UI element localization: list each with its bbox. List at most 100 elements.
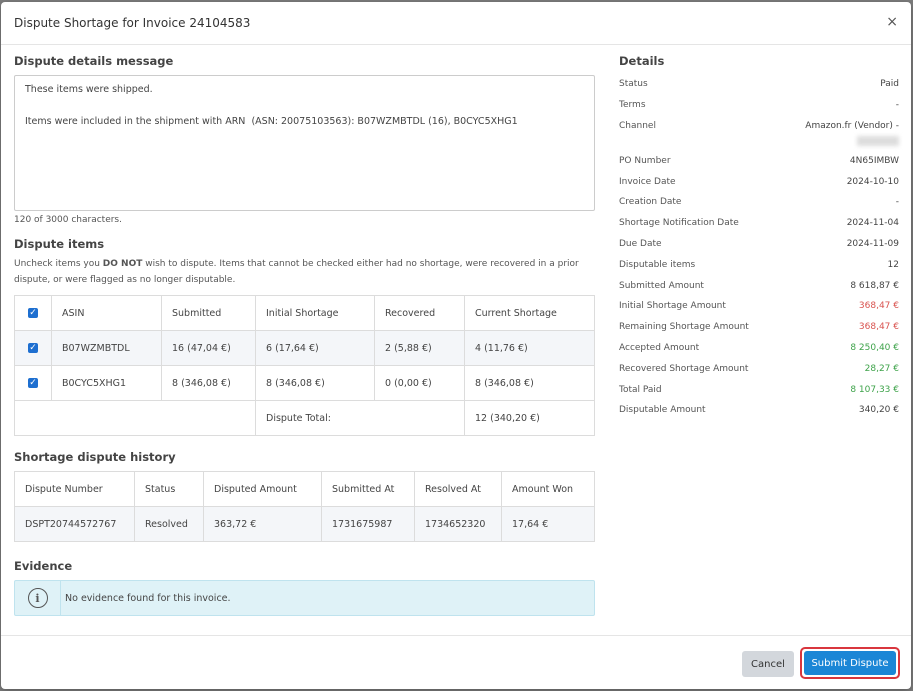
detail-value: 368,47 €: [858, 301, 899, 312]
column-header: Amount Won: [501, 471, 595, 507]
total-label: Dispute Total:: [255, 400, 465, 436]
recovered-cell: 0 (0,00 €): [374, 365, 465, 401]
detail-row: Initial Shortage Amount 368,47 €: [619, 296, 899, 317]
detail-row: PO Number 4N65IMBW: [619, 150, 899, 171]
detail-label: Accepted Amount: [619, 342, 700, 353]
evidence-info-box: i No evidence found for this invoice.: [14, 580, 595, 616]
disputed-amount-cell: 363,72 €: [203, 506, 322, 542]
detail-value: 2024-11-04: [846, 218, 899, 229]
detail-row: Submitted Amount 8 618,87 €: [619, 275, 899, 296]
dispute-modal: Dispute Shortage for Invoice 24104583 × …: [1, 2, 911, 689]
column-header: Submitted At: [321, 471, 415, 507]
detail-value: 2024-10-10: [846, 176, 899, 187]
detail-label: Disputable items: [619, 259, 696, 270]
detail-row: Due Date 2024-11-09: [619, 234, 899, 255]
detail-value: 8 107,33 €: [850, 384, 899, 395]
recovered-cell: 2 (5,88 €): [374, 330, 465, 366]
detail-row: Remaining Shortage Amount 368,47 €: [619, 317, 899, 338]
items-help-text: Uncheck items you DO NOT wish to dispute…: [14, 256, 595, 288]
detail-label: Terms: [619, 100, 646, 111]
total-spacer: [14, 400, 256, 436]
detail-value: 8 618,87 €: [850, 280, 899, 291]
asin-cell: B07WZMBTDL: [51, 330, 162, 366]
dispute-message-textarea[interactable]: These items were shipped. Items were inc…: [14, 75, 595, 211]
detail-row: Creation Date -: [619, 192, 899, 213]
cancel-button[interactable]: Cancel: [742, 651, 794, 677]
column-header: Current Shortage: [464, 295, 595, 331]
detail-row: Total Paid 8 107,33 €: [619, 379, 899, 400]
table-header-row: Dispute Number Status Disputed Amount Su…: [14, 471, 595, 507]
detail-value: 2024-11-09: [846, 238, 899, 249]
table-row: ✓ B0CYC5XHG1 8 (346,08 €) 8 (346,08 €) 0…: [14, 365, 595, 401]
status-cell: Resolved: [134, 506, 204, 542]
detail-value: Amazon.fr (Vendor) -: [805, 120, 899, 131]
total-value: 12 (340,20 €): [464, 400, 595, 436]
column-header: Submitted: [161, 295, 256, 331]
detail-value: -: [895, 197, 899, 208]
help-text-pre: Uncheck items you: [14, 259, 103, 269]
asin-cell: B0CYC5XHG1: [51, 365, 162, 401]
column-header: Disputed Amount: [203, 471, 322, 507]
detail-row: Accepted Amount 8 250,40 €: [619, 338, 899, 359]
dispute-history-table: Dispute Number Status Disputed Amount Su…: [14, 471, 595, 542]
detail-label: Shortage Notification Date: [619, 218, 739, 229]
detail-label: Disputable Amount: [619, 405, 706, 416]
details-top-list: Status Paid Terms - Channel Amazon.fr (Vendor…: [619, 74, 899, 136]
help-text-bold: DO NOT: [102, 259, 143, 269]
table-row: DSPT20744572767 Resolved 363,72 € 173167…: [14, 506, 595, 542]
detail-value: 28,27 €: [864, 363, 899, 374]
dispute-number-cell: DSPT20744572767: [14, 506, 135, 542]
detail-row: Channel Amazon.fr (Vendor) -: [619, 116, 899, 137]
close-icon[interactable]: ×: [886, 14, 898, 30]
message-heading: Dispute details message: [14, 54, 174, 68]
detail-label: Creation Date: [619, 197, 682, 208]
column-header: Dispute Number: [14, 471, 135, 507]
checkbox-checked-icon: ✓: [28, 378, 38, 388]
initial-shortage-cell: 6 (17,64 €): [255, 330, 375, 366]
info-icon-wrap: i: [15, 581, 61, 615]
detail-row: Status Paid: [619, 74, 899, 95]
column-header: ASIN: [51, 295, 162, 331]
detail-label: Recovered Shortage Amount: [619, 363, 749, 374]
submit-dispute-button[interactable]: Submit Dispute: [804, 651, 896, 675]
row-checkbox[interactable]: ✓: [14, 330, 52, 366]
detail-row: Disputable items 12: [619, 254, 899, 275]
detail-row: Recovered Shortage Amount 28,27 €: [619, 358, 899, 379]
current-shortage-cell: 8 (346,08 €): [464, 365, 595, 401]
detail-label: Total Paid: [619, 384, 662, 395]
column-header: Resolved At: [414, 471, 502, 507]
detail-value: -: [895, 100, 899, 111]
detail-row: Shortage Notification Date 2024-11-04: [619, 213, 899, 234]
details-panel: Details Status Paid Terms - Channel Amazon.fr…: [619, 54, 899, 421]
detail-label: Status: [619, 79, 648, 90]
submitted-cell: 8 (346,08 €): [161, 365, 256, 401]
detail-label: Channel: [619, 120, 656, 131]
detail-value: 12: [887, 259, 899, 270]
column-header: Status: [134, 471, 204, 507]
evidence-heading: Evidence: [14, 559, 73, 573]
table-row: ✓ B07WZMBTDL 16 (47,04 €) 6 (17,64 €) 2 …: [14, 330, 595, 366]
dispute-items-table: ✓ ASIN Submitted Initial Shortage Recove…: [14, 295, 595, 436]
detail-value: 4N65IMBW: [849, 155, 899, 166]
detail-row: Invoice Date 2024-10-10: [619, 171, 899, 192]
submitted-at-cell: 1731675987: [321, 506, 415, 542]
detail-label: Invoice Date: [619, 176, 676, 187]
detail-value: 340,20 €: [858, 405, 899, 416]
total-row: Dispute Total: 12 (340,20 €): [14, 400, 595, 436]
left-column: Dispute details message These items were…: [14, 54, 595, 616]
select-all-checkbox[interactable]: ✓: [14, 295, 52, 331]
checkbox-checked-icon: ✓: [28, 343, 38, 353]
info-icon: i: [27, 588, 48, 608]
detail-label: PO Number: [619, 155, 671, 166]
table-header-row: ✓ ASIN Submitted Initial Shortage Recove…: [14, 295, 595, 331]
details-heading: Details: [619, 54, 665, 68]
modal-header: Dispute Shortage for Invoice 24104583 ×: [1, 2, 911, 45]
details-bottom-list: PO Number 4N65IMBW Invoice Date 2024-10-10 C…: [619, 150, 899, 420]
resolved-at-cell: 1734652320: [414, 506, 502, 542]
row-checkbox[interactable]: ✓: [14, 365, 52, 401]
history-heading: Shortage dispute history: [14, 450, 176, 464]
submitted-cell: 16 (47,04 €): [161, 330, 256, 366]
detail-value: Paid: [880, 79, 899, 90]
items-heading: Dispute items: [14, 237, 105, 251]
checkbox-checked-icon: ✓: [28, 308, 38, 318]
